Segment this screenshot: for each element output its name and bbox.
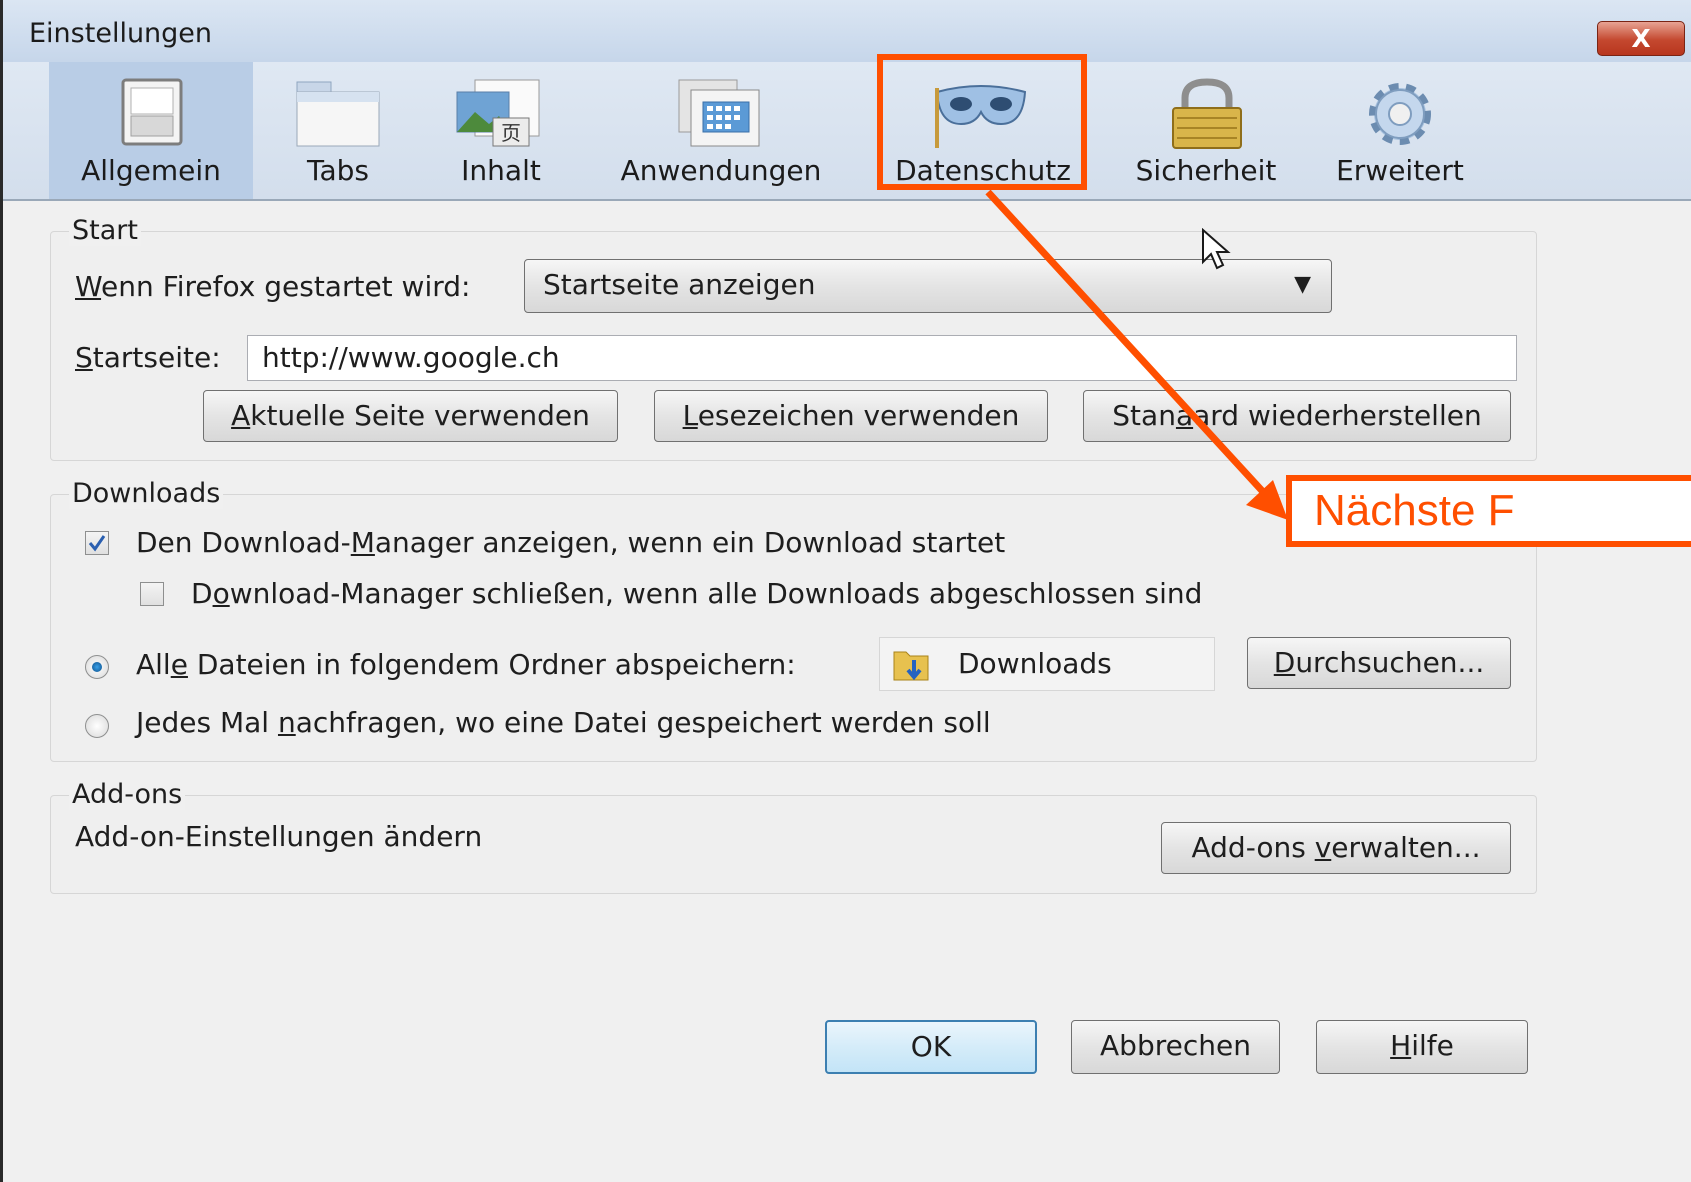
annotation-label: Nächste F — [1286, 475, 1691, 547]
preferences-window: Einstellungen X Allgemein Tabs 页 Inhalt … — [0, 0, 1691, 1182]
annotation-arrow-icon — [985, 189, 1288, 520]
